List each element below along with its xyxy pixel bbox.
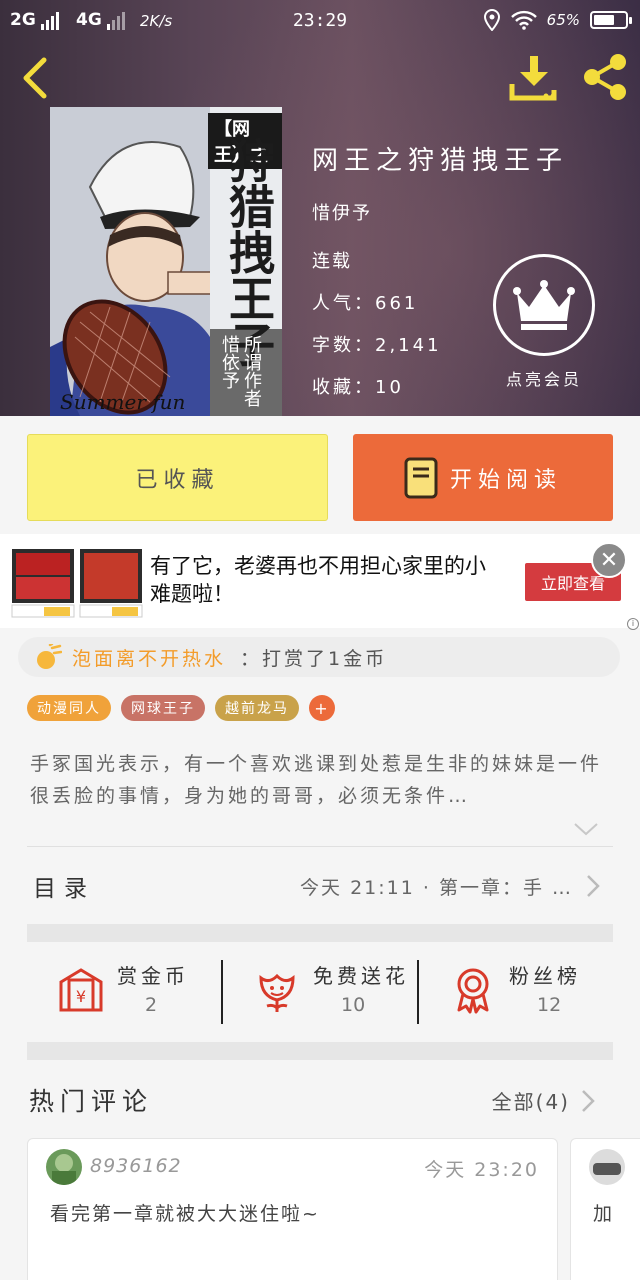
ad-toolbox-image xyxy=(10,545,144,619)
comment-time: 今天 23:20 xyxy=(424,1159,539,1181)
fan-ranking-button[interactable]: 粉丝榜 12 xyxy=(419,960,614,1024)
vip-label: 点亮会员 xyxy=(505,370,582,389)
battery-icon xyxy=(590,11,632,29)
send-flower-button[interactable]: 免费送花 10 xyxy=(223,960,418,1024)
start-reading-label: 开始阅读 xyxy=(449,467,562,493)
download-icon[interactable] xyxy=(508,54,560,102)
favorited-label: 已收藏 xyxy=(135,467,220,493)
cover-footer: Summer fun xyxy=(60,390,186,414)
book-author[interactable]: 惜伊予 xyxy=(312,199,568,225)
section-gap xyxy=(27,924,613,942)
chevron-down-icon[interactable] xyxy=(573,820,599,838)
book-icon xyxy=(404,457,438,498)
add-tag-button[interactable]: + xyxy=(309,695,335,721)
send-flower-label: 免费送花 xyxy=(313,964,409,988)
book-cover[interactable]: 【网王】之 狩猎拽王子 所谓作者 惜依予 Summer fun xyxy=(50,107,282,416)
start-reading-button[interactable]: 开始阅读 xyxy=(353,434,613,521)
ad-banner[interactable]: 有了它，老婆再也不用担心家里的小难题啦！ 立即查看 xyxy=(0,534,640,628)
book-title: 网王之狩猎拽王子 xyxy=(312,146,569,176)
ad-info-icon[interactable]: i xyxy=(627,618,639,630)
reward-action: ：打赏了1金币 xyxy=(240,647,388,670)
comment-text: 看完第一章就被大大迷住啦~ xyxy=(50,1203,320,1225)
reward-coins-count: 2 xyxy=(145,994,158,1016)
back-arrow-icon[interactable] xyxy=(18,56,52,100)
battery-percent: 65% xyxy=(546,11,580,29)
flower-icon xyxy=(259,973,295,1012)
tag-item[interactable]: 网球王子 xyxy=(121,695,205,721)
cover-subtitle: 所谓作者 惜依予 xyxy=(219,335,262,407)
chevron-right-icon xyxy=(587,875,600,897)
support-actions: ¥ 赏金币 2 免费送花 10 粉丝榜 12 xyxy=(27,942,613,1042)
comment-user[interactable]: 8936162 xyxy=(90,1155,182,1177)
fan-ranking-label: 粉丝榜 xyxy=(509,964,581,988)
location-icon xyxy=(483,9,500,31)
comment-text: 加 xyxy=(593,1203,615,1225)
all-comments-link[interactable]: 全部(4) xyxy=(492,1086,570,1115)
crown-icon xyxy=(513,280,575,330)
comment-card[interactable]: 8936162 今天 23:20 看完第一章就被大大迷住啦~ xyxy=(27,1138,558,1280)
send-flower-count: 10 xyxy=(341,994,366,1016)
gold-envelope-icon: ¥ xyxy=(59,968,103,1012)
tag-item[interactable]: 动漫同人 xyxy=(27,695,111,721)
comment-card[interactable]: 加 xyxy=(570,1138,640,1280)
toc-label: 目录 xyxy=(33,876,95,902)
divider xyxy=(27,846,613,847)
share-icon[interactable] xyxy=(580,52,630,102)
reward-coins-label: 赏金币 xyxy=(117,964,189,988)
medal-icon xyxy=(457,968,489,1014)
book-header: 【网王】之 狩猎拽王子 所谓作者 惜依予 Summer fun 网王之狩猎拽王子… xyxy=(0,0,640,416)
reward-user[interactable]: 泡面离不开热水 xyxy=(72,644,226,671)
tag-item[interactable]: 越前龙马 xyxy=(215,695,299,721)
fan-ranking-count: 12 xyxy=(537,994,562,1016)
reward-ticker: 泡面离不开热水 ：打赏了1金币 xyxy=(18,637,620,677)
wifi-icon xyxy=(510,10,537,30)
status-bar: 2G 4G 2K/s 23:29 65% xyxy=(0,0,640,42)
tag-list: 动漫同人 网球王子 越前龙马 + xyxy=(27,695,335,721)
ad-close-button[interactable]: ✕ xyxy=(591,542,627,578)
ad-text: 有了它，老婆再也不用担心家里的小难题啦！ xyxy=(150,554,486,606)
avatar[interactable] xyxy=(46,1149,82,1185)
hot-comments-title: 热门评论 xyxy=(29,1087,154,1116)
vip-button[interactable]: 点亮会员 xyxy=(492,254,596,390)
favorited-button[interactable]: 已收藏 xyxy=(27,434,328,521)
book-description[interactable]: 手冢国光表示，有一个喜欢逃课到处惹是生非的妹妹是一件很丢脸的事情，身为她的哥哥，… xyxy=(30,748,610,812)
latest-chapter: 今天 21:11 · 第一章：手 … xyxy=(300,876,573,899)
avatar[interactable] xyxy=(589,1149,625,1185)
section-gap xyxy=(27,1042,613,1060)
chevron-right-icon[interactable] xyxy=(580,1089,596,1113)
table-of-contents-row[interactable]: 目录 今天 21:11 · 第一章：手 … xyxy=(27,848,613,924)
cover-title: 狩猎拽王子 xyxy=(222,137,276,367)
reward-coins-button[interactable]: ¥ 赏金币 2 xyxy=(27,960,222,1024)
svg-text:¥: ¥ xyxy=(76,987,86,1006)
coin-toss-icon xyxy=(37,644,62,669)
